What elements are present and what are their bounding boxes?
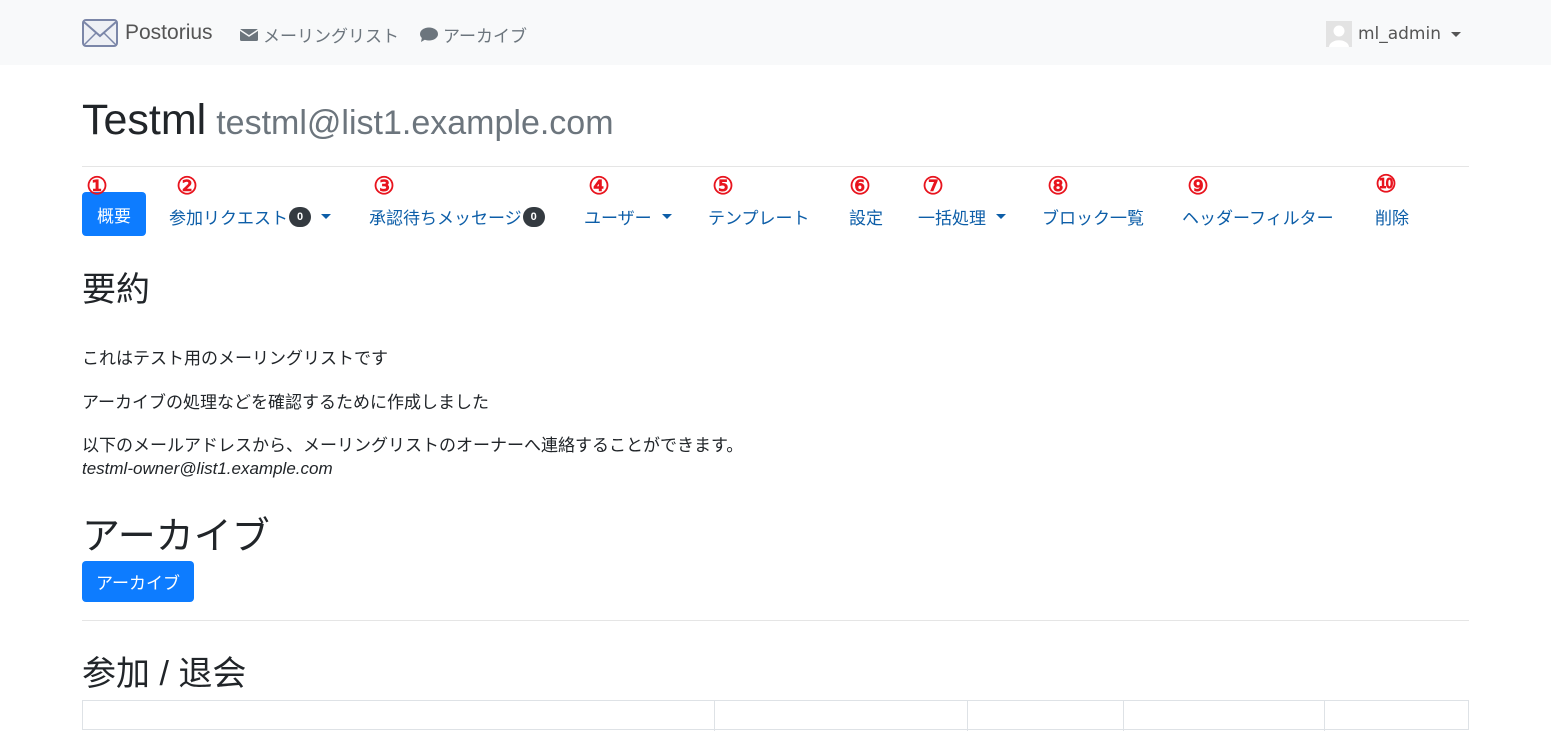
- chevron-down-icon: [661, 214, 672, 219]
- annotation-marker: ⑨: [1187, 170, 1209, 200]
- count-badge: 0: [289, 206, 311, 227]
- tab-mass-operations-label: 一括処理: [918, 209, 986, 228]
- subscribe-heading: 参加 / 退会: [82, 655, 247, 693]
- chevron-down-icon: [1451, 31, 1461, 37]
- tab-settings-label: 設定: [849, 209, 883, 228]
- archive-button[interactable]: アーカイブ: [82, 561, 194, 602]
- description-line: アーカイブの処理などを確認するために作成しました: [82, 393, 489, 412]
- tab-header-filters-label: ヘッダーフィルター: [1182, 209, 1334, 228]
- tab-mass-operations[interactable]: 一括処理: [918, 204, 1006, 229]
- table-column-divider: [1324, 701, 1325, 731]
- tab-delete-label: 削除: [1375, 209, 1409, 228]
- nav-mailing-lists[interactable]: メーリングリスト: [240, 22, 399, 47]
- tab-users-label: ユーザー: [584, 209, 652, 228]
- annotation-marker: ①: [86, 170, 108, 200]
- archive-heading: アーカイブ: [82, 516, 270, 558]
- annotation-marker: ⑤: [712, 170, 734, 200]
- nav-archives-label: アーカイブ: [443, 27, 527, 47]
- tab-held-messages-label: 承認待ちメッセージ: [369, 209, 522, 228]
- table-column-divider: [967, 701, 968, 731]
- nav-mailing-lists-label: メーリングリスト: [263, 27, 399, 47]
- tab-users[interactable]: ユーザー: [584, 204, 672, 229]
- list-name: Testml: [82, 96, 207, 144]
- postorius-logo-icon: [82, 19, 118, 47]
- annotation-marker: ⑧: [1047, 170, 1069, 200]
- avatar-icon: [1325, 21, 1352, 47]
- tab-subscription-requests[interactable]: 参加リクエスト 0: [169, 204, 331, 229]
- description-line: 以下のメールアドレスから、メーリングリストのオーナーへ連絡することができます。: [82, 436, 744, 455]
- chevron-down-icon: [321, 214, 331, 219]
- username: ml_admin: [1357, 24, 1441, 44]
- comment-icon: [420, 27, 438, 42]
- tab-delete[interactable]: 削除: [1375, 204, 1409, 229]
- annotation-marker: ⑩: [1375, 168, 1397, 198]
- tab-subscription-requests-label: 参加リクエスト: [169, 209, 288, 228]
- count-badge: 0: [522, 206, 545, 227]
- table-column-divider: [714, 701, 715, 731]
- list-address: testml@list1.example.com: [216, 104, 614, 142]
- tab-held-messages[interactable]: 承認待ちメッセージ 0: [369, 204, 545, 229]
- table-column-divider: [1123, 701, 1124, 731]
- owner-email: testml-owner@list1.example.com: [82, 459, 333, 478]
- tab-overview-label: 概要: [97, 206, 131, 226]
- chevron-down-icon: [996, 214, 1006, 219]
- subscribe-table: [82, 700, 1469, 731]
- divider: [82, 166, 1469, 167]
- summary-heading: 要約: [82, 271, 150, 309]
- tab-ban-list[interactable]: ブロック一覧: [1042, 204, 1144, 229]
- brand[interactable]: Postorius: [82, 17, 213, 49]
- tab-settings[interactable]: 設定: [849, 204, 883, 229]
- tab-templates[interactable]: テンプレート: [708, 204, 810, 229]
- tab-ban-list-label: ブロック一覧: [1042, 209, 1144, 228]
- user-menu[interactable]: ml_admin: [1325, 21, 1461, 47]
- archive-button-label: アーカイブ: [96, 574, 180, 593]
- annotation-marker: ⑥: [849, 170, 871, 200]
- top-navbar: Postorius メーリングリスト アーカイブ ml_admin: [0, 0, 1551, 65]
- tab-templates-label: テンプレート: [708, 209, 810, 228]
- tab-header-filters[interactable]: ヘッダーフィルター: [1182, 204, 1334, 229]
- brand-name: Postorius: [125, 21, 213, 44]
- divider: [82, 620, 1469, 621]
- description-line: これはテスト用のメーリングリストです: [82, 349, 388, 368]
- page-title: Testml testml@list1.example.com: [82, 96, 614, 145]
- envelope-icon: [240, 28, 258, 41]
- annotation-marker: ③: [373, 170, 395, 200]
- nav-archives[interactable]: アーカイブ: [420, 22, 527, 47]
- annotation-marker: ④: [588, 170, 610, 200]
- annotation-marker: ②: [176, 170, 198, 200]
- annotation-marker: ⑦: [922, 170, 944, 200]
